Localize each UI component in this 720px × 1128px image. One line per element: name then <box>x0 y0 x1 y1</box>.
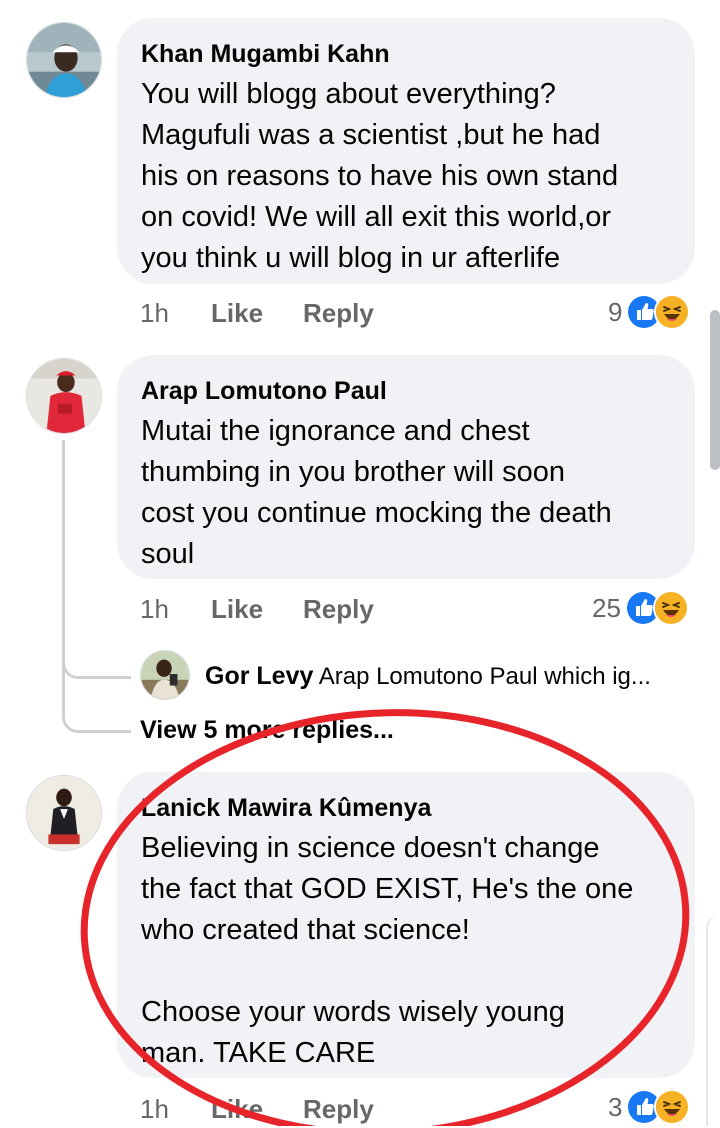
comment-timestamp[interactable]: 1h <box>140 1094 169 1125</box>
comment-text-line: Believing in science doesn't change <box>141 832 600 864</box>
reaction-summary[interactable]: 3 <box>608 1089 691 1125</box>
like-button[interactable]: Like <box>211 594 263 625</box>
reaction-count: 3 <box>608 1091 623 1122</box>
profile-photo <box>27 359 101 433</box>
edge-card <box>706 915 720 1126</box>
comment-text-line: his on reasons to have his own stand <box>141 160 619 192</box>
reply-button[interactable]: Reply <box>303 594 374 625</box>
comment-author[interactable]: Lanick Mawira Kûmenya <box>141 794 671 822</box>
profile-photo <box>27 776 101 850</box>
like-button[interactable]: Like <box>211 1094 263 1125</box>
avatar-arap-lomutono[interactable] <box>26 358 102 434</box>
comment-author[interactable]: Khan Mugambi Kahn <box>141 40 671 68</box>
comment-text-line <box>141 951 671 992</box>
comment-bubble: Lanick Mawira Kûmenya Believing in scien… <box>117 772 695 1078</box>
view-more-replies-link[interactable]: View 5 more replies... <box>140 716 394 745</box>
avatar-lanick-mawira[interactable] <box>26 775 102 851</box>
reply-button[interactable]: Reply <box>303 298 374 329</box>
reply-author[interactable]: Gor Levy <box>205 662 313 690</box>
comment-text-line: Mutai the ignorance and chest <box>141 415 530 447</box>
comment-author[interactable]: Arap Lomutono Paul <box>141 377 671 405</box>
comment-timestamp[interactable]: 1h <box>140 298 169 329</box>
haha-icon <box>652 590 689 626</box>
avatar-gor-levy[interactable] <box>140 650 190 700</box>
comment-text-line: thumbing in you brother will soon <box>141 456 565 488</box>
comment-text-line: man. TAKE CARE <box>141 1037 376 1069</box>
reaction-summary[interactable]: 25 <box>592 590 689 626</box>
profile-photo <box>27 23 101 97</box>
comment-text-line: on covid! We will all exit this world,or <box>141 201 612 233</box>
reaction-summary[interactable]: 9 <box>608 294 691 330</box>
comment-text-line: who created that science! <box>141 914 470 946</box>
haha-icon <box>654 1089 691 1125</box>
comment-text-line: Choose your words wisely young <box>141 996 565 1028</box>
scrollbar-thumb[interactable] <box>710 310 720 470</box>
reaction-count: 25 <box>592 592 621 623</box>
haha-icon <box>654 294 691 330</box>
comment-text-line: soul <box>141 538 195 570</box>
like-button[interactable]: Like <box>211 298 263 329</box>
comment-text-line: the fact that GOD EXIST, He's the one <box>141 873 634 905</box>
avatar-khan-mugambi[interactable] <box>26 22 102 98</box>
comment-bubble: Arap Lomutono Paul Mutai the ignorance a… <box>117 355 695 579</box>
reply-preview[interactable]: Gor Levy Arap Lomutono Paul which ig... <box>205 660 651 693</box>
comment-timestamp[interactable]: 1h <box>140 594 169 625</box>
reply-snippet: Arap Lomutono Paul which ig... <box>318 663 651 690</box>
comment-text-line: you think u will blog in ur afterlife <box>141 242 561 274</box>
comment-text-line: cost you continue mocking the death <box>141 497 612 529</box>
profile-photo <box>141 651 189 699</box>
reply-button[interactable]: Reply <box>303 1094 374 1125</box>
thread-connector <box>62 644 131 679</box>
reaction-count: 9 <box>608 296 623 327</box>
thread-connector <box>62 700 131 733</box>
comment-bubble: Khan Mugambi Kahn You will blogg about e… <box>117 18 695 284</box>
comment-text-line: You will blogg about everything? <box>141 78 556 110</box>
comment-text-line: Magufuli was a scientist ,but he had <box>141 119 601 151</box>
